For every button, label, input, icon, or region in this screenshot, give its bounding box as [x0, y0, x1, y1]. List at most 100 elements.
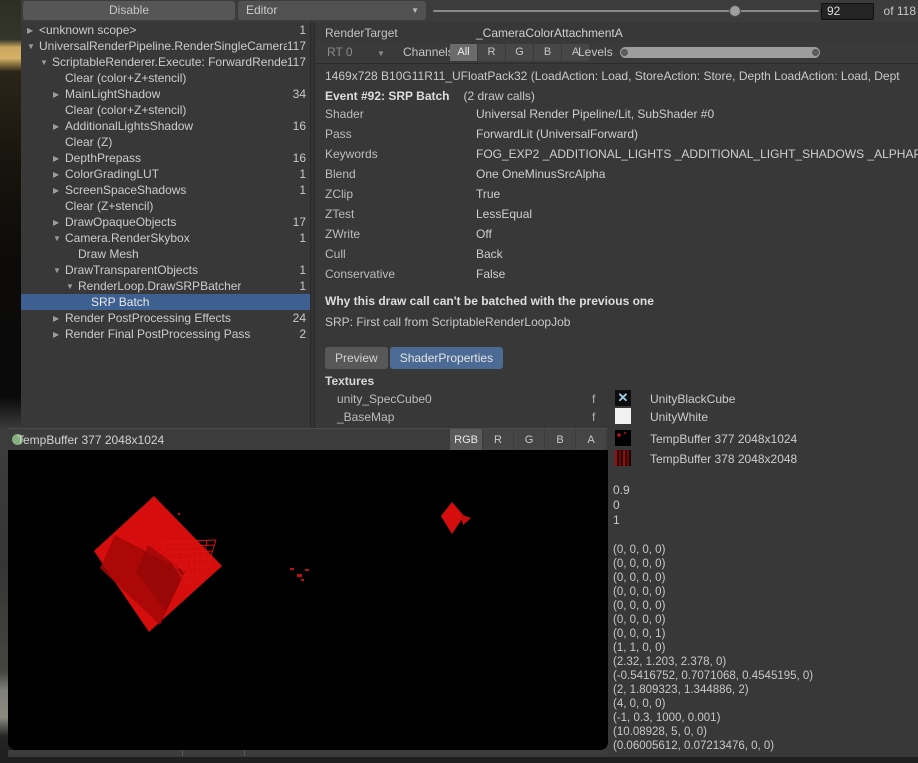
black-cube-thumbnail-icon[interactable] [615, 390, 631, 406]
tree-item-label: DepthPrepass [65, 151, 141, 165]
tree-item-clear-z-stencil-[interactable]: Clear (Z+stencil) [21, 198, 310, 214]
preview-channel-button-group: RGBRGBA [450, 429, 606, 451]
channel-button-b[interactable]: B [534, 44, 561, 61]
shader-state-row: ShaderUniversal Render Pipeline/Lit, Sub… [315, 104, 918, 124]
tree-item-count: 1 [299, 263, 310, 277]
event-slider-track[interactable] [433, 10, 819, 12]
vector-value: (0, 0, 0, 0) [613, 599, 913, 613]
texture-preview-window: TempBuffer 377 2048x1024 RGBRGBA [8, 428, 608, 750]
preview-bottom-strip [8, 750, 608, 757]
tree-item-drawtransparentobjects[interactable]: ▼DrawTransparentObjects1 [21, 262, 310, 278]
channel-button-r[interactable]: R [478, 44, 505, 61]
tree-item-label: AdditionalLightsShadow [65, 119, 193, 133]
frame-debugger-toolbar: Disable Editor ▼ 92 of 118 [21, 0, 918, 23]
preview-channel-button-b[interactable]: B [545, 429, 575, 451]
chevron-right-icon[interactable]: ▶ [53, 122, 65, 131]
tree-item-renderloop-drawsrpbatcher[interactable]: ▼RenderLoop.DrawSRPBatcher1 [21, 278, 310, 294]
tree-item-count: 24 [293, 311, 310, 325]
channel-button-all[interactable]: All [450, 44, 477, 61]
tree-item-label: <unknown scope> [39, 23, 136, 37]
chevron-down-icon[interactable]: ▼ [27, 42, 39, 51]
vector-value-list: (0, 0, 0, 0)(0, 0, 0, 0)(0, 0, 0, 0)(0, … [613, 543, 913, 753]
vector-value: (0, 0, 0, 0) [613, 571, 913, 585]
tree-item-render-postprocessing-effects[interactable]: ▶Render PostProcessing Effects24 [21, 310, 310, 326]
tree-item-camera-renderskybox[interactable]: ▼Camera.RenderSkybox 1 [21, 230, 310, 246]
event-draw-calls: (2 draw calls) [464, 89, 535, 103]
texture-preview-header[interactable]: TempBuffer 377 2048x1024 RGBRGBA [8, 428, 608, 450]
tree-item-srp-batch[interactable]: SRP Batch [21, 294, 310, 310]
event-index-input[interactable]: 92 [821, 3, 874, 20]
levels-slider[interactable] [620, 47, 820, 58]
chevron-right-icon[interactable]: ▶ [53, 170, 65, 179]
shader-state-value: True [476, 187, 918, 201]
event-slider-handle[interactable] [729, 5, 741, 17]
tree-item-label: Render Final PostProcessing Pass [65, 327, 250, 341]
render-preview [8, 450, 608, 750]
stripes-thumbnail-icon[interactable] [615, 450, 631, 466]
shader-state-row: ZClip True [315, 184, 918, 204]
tree-item-label: Draw Mesh [78, 247, 139, 261]
chevron-down-icon: ▼ [377, 49, 385, 58]
texture-preview-content[interactable] [8, 450, 608, 750]
chevron-down-icon[interactable]: ▼ [53, 266, 65, 275]
tree-item-universalrenderpipeline-rendersinglecamera[interactable]: ▼UniversalRenderPipeline.RenderSingleCam… [21, 38, 310, 54]
tree-item-drawopaqueobjects[interactable]: ▶DrawOpaqueObjects17 [21, 214, 310, 230]
chevron-right-icon[interactable]: ▶ [53, 90, 65, 99]
chevron-right-icon[interactable]: ▶ [53, 218, 65, 227]
texture-value: TempBuffer 378 2048x2048 [650, 452, 797, 466]
texture-type-flag: f [592, 392, 595, 406]
tree-item-clear-color-z-stencil-[interactable]: Clear (color+Z+stencil) [21, 70, 310, 86]
tree-item-render-final-postprocessing-pass[interactable]: ▶Render Final PostProcessing Pass 2 [21, 326, 310, 342]
tree-item-count: 2 [299, 327, 310, 341]
tree-item-depthprepass[interactable]: ▶DepthPrepass16 [21, 150, 310, 166]
tree-item-label: MainLightShadow [65, 87, 160, 101]
tree-item-count: 16 [293, 119, 310, 133]
tree-item-clear-color-z-stencil-[interactable]: Clear (color+Z+stencil) [21, 102, 310, 118]
tab-preview[interactable]: Preview [325, 347, 388, 369]
vector-value: (4, 0, 0, 0) [613, 697, 913, 711]
tab-shaderproperties[interactable]: ShaderProperties [390, 347, 503, 369]
tree-item-mainlightshadow[interactable]: ▶MainLightShadow34 [21, 86, 310, 102]
texture-property-name: unity_SpecCube0 [337, 392, 432, 406]
tree-item--unknown-scope-[interactable]: ▶<unknown scope>1 [21, 22, 310, 38]
spots-thumbnail-icon[interactable] [615, 430, 631, 446]
rt-index-dropdown[interactable]: RT 0 ▼ [327, 45, 353, 59]
chevron-down-icon[interactable]: ▼ [40, 58, 52, 67]
tree-item-draw-mesh[interactable]: Draw Mesh [21, 246, 310, 262]
chevron-right-icon[interactable]: ▶ [53, 314, 65, 323]
tree-item-scriptablerenderer-execute-forwardrende[interactable]: ▼ScriptableRenderer.Execute: ForwardRend… [21, 54, 310, 70]
shader-state-label: ZClip [325, 187, 353, 201]
preview-channel-button-r[interactable]: R [483, 429, 513, 451]
preview-channel-button-g[interactable]: G [514, 429, 544, 451]
preview-channel-button-rgb[interactable]: RGB [450, 429, 482, 451]
target-selector-dropdown[interactable]: Editor ▼ [238, 1, 426, 20]
shader-state-value: Universal Render Pipeline/Lit, SubShader… [476, 107, 918, 121]
chevron-right-icon[interactable]: ▶ [53, 186, 65, 195]
chevron-right-icon[interactable]: ▶ [53, 154, 65, 163]
tree-item-clear-z-[interactable]: Clear (Z) [21, 134, 310, 150]
levels-label: Levels [578, 45, 613, 59]
chevron-right-icon[interactable]: ▶ [27, 26, 39, 35]
chevron-down-icon[interactable]: ▼ [53, 234, 65, 243]
render-target-label: RenderTarget [325, 26, 398, 40]
vector-value: (10.08928, 5, 0, 0) [613, 725, 913, 739]
tree-item-count: 1 [299, 231, 310, 245]
tree-item-label: Camera.RenderSkybox [65, 231, 190, 245]
scrollbar-tick [244, 750, 245, 756]
channel-button-g[interactable]: G [506, 44, 533, 61]
float-value: 1 [613, 513, 620, 528]
preview-channel-button-a[interactable]: A [576, 429, 606, 451]
tree-item-colorgradinglut[interactable]: ▶ColorGradingLUT1 [21, 166, 310, 182]
tree-item-label: Clear (Z) [65, 135, 112, 149]
white-thumbnail-icon[interactable] [615, 408, 631, 424]
shader-state-value: Back [476, 247, 918, 261]
shader-state-value: FOG_EXP2 _ADDITIONAL_LIGHTS _ADDITIONAL_… [476, 147, 918, 161]
disable-button[interactable]: Disable [23, 1, 235, 20]
tree-item-additionallightsshadow[interactable]: ▶AdditionalLightsShadow 16 [21, 118, 310, 134]
chevron-down-icon[interactable]: ▼ [66, 282, 78, 291]
chevron-right-icon[interactable]: ▶ [53, 330, 65, 339]
tree-item-screenspaceshadows[interactable]: ▶ScreenSpaceShadows1 [21, 182, 310, 198]
tree-item-count: 117 [287, 39, 310, 53]
texture-preview-title: TempBuffer 377 2048x1024 [17, 433, 164, 447]
shader-state-row: ZTestLessEqual [315, 204, 918, 224]
